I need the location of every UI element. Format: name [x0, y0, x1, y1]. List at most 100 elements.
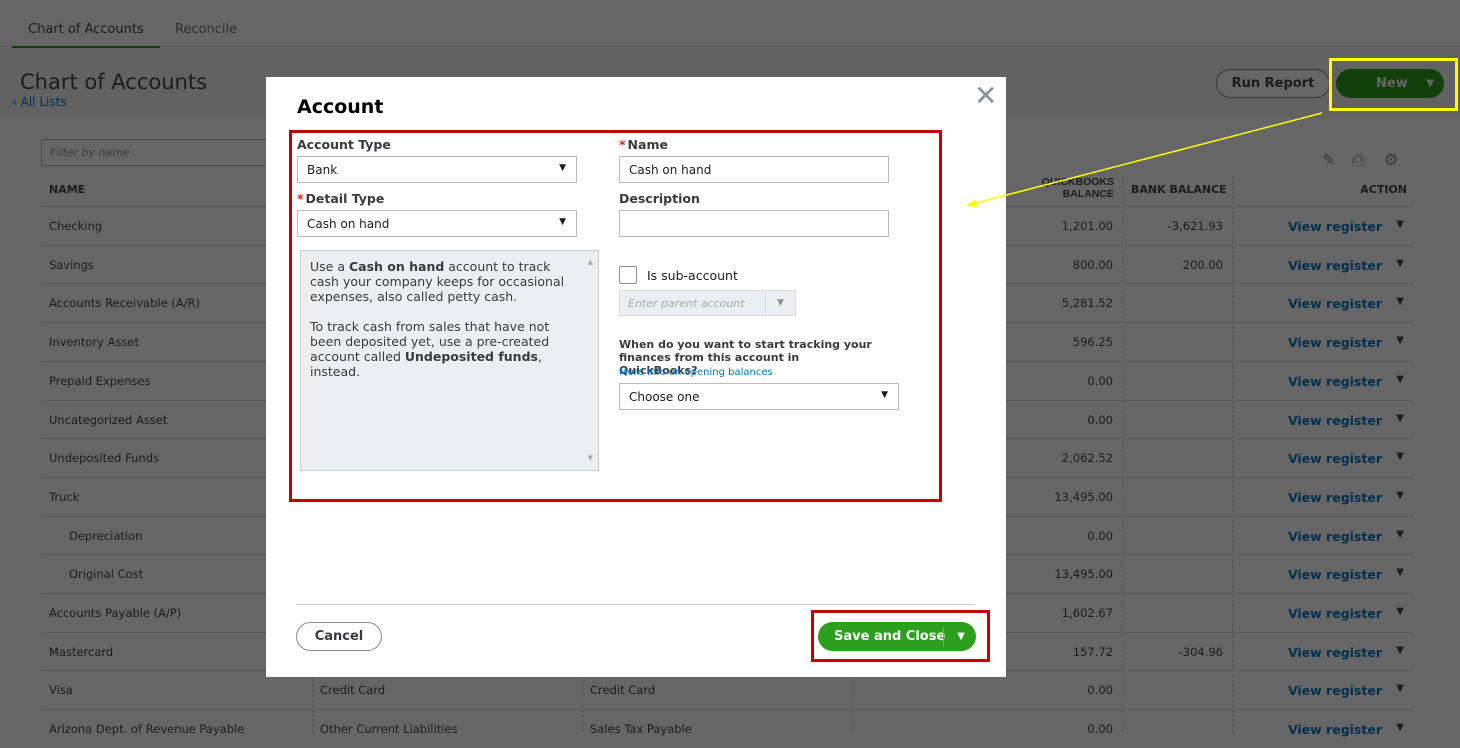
cancel-button[interactable]: Cancel: [296, 622, 382, 651]
column-header-name[interactable]: NAME: [49, 183, 85, 196]
filter-input[interactable]: Filter by name: [41, 139, 271, 166]
view-register-link[interactable]: View register: [1288, 219, 1382, 234]
caret-down-icon: ▼: [559, 217, 566, 227]
caret-down-icon[interactable]: ▼: [1396, 722, 1404, 733]
account-name: Prepaid Expenses: [49, 373, 151, 388]
account-name: Checking: [49, 219, 103, 233]
account-dialog: Account ✕ Account Type Bank ▼ * Detail Typ…: [266, 77, 1006, 677]
view-register-link[interactable]: View register: [1288, 451, 1382, 466]
view-register-link[interactable]: View register: [1288, 374, 1382, 389]
view-register-link[interactable]: View register: [1288, 722, 1382, 737]
dialog-title: Account: [297, 96, 384, 118]
column-header-qb-balance: QUICKBOOKS BALANCE: [1041, 176, 1114, 200]
quickbooks-balance: 1,201.00: [1061, 219, 1113, 233]
caret-down-icon[interactable]: ▼: [1396, 335, 1404, 346]
caret-down-icon[interactable]: ▼: [1396, 413, 1404, 424]
quickbooks-balance: 0.00: [1087, 528, 1113, 543]
view-register-link[interactable]: View register: [1288, 683, 1382, 698]
print-icon[interactable]: ⎙: [1352, 150, 1365, 170]
caret-down-icon[interactable]: ▼: [1396, 490, 1404, 501]
quickbooks-balance: 800.00: [1072, 257, 1113, 272]
caret-down-icon: ▼: [881, 390, 888, 400]
caret-down-icon[interactable]: ▼: [1396, 606, 1404, 617]
tab-bar: Chart of Accounts Reconcile: [0, 0, 1460, 49]
column-header-action: ACTION: [1360, 183, 1407, 196]
account-name: Undeposited Funds: [49, 451, 159, 466]
bank-balance: 200.00: [1182, 257, 1223, 272]
gear-icon[interactable]: ⚙: [1384, 150, 1398, 169]
name-input[interactable]: Cash on hand: [619, 156, 889, 183]
account-name: Accounts Payable (A/P): [49, 606, 182, 620]
caret-down-icon[interactable]: ▼: [1396, 296, 1404, 307]
view-register-link[interactable]: View register: [1288, 413, 1382, 428]
quickbooks-balance: 0.00: [1087, 722, 1113, 737]
detail-type-select[interactable]: Cash on hand ▼: [297, 210, 577, 237]
run-report-button[interactable]: Run Report: [1216, 69, 1330, 98]
caret-down-icon[interactable]: ▼: [957, 622, 965, 651]
view-register-link[interactable]: View register: [1288, 258, 1382, 273]
pencil-icon[interactable]: ✎: [1322, 150, 1335, 169]
all-lists-link[interactable]: ‹ All Lists: [12, 95, 67, 109]
bank-balance: -304.96: [1178, 644, 1223, 659]
caret-down-icon[interactable]: ▼: [1396, 451, 1404, 462]
sub-account-label: Is sub-account: [647, 268, 738, 283]
quickbooks-balance: 5,281.52: [1061, 296, 1113, 311]
caret-down-icon[interactable]: ▼: [1396, 258, 1404, 269]
quickbooks-balance: 0.00: [1087, 683, 1113, 698]
page-title: Chart of Accounts: [20, 70, 208, 94]
divider: [296, 604, 975, 605]
caret-down-icon[interactable]: ▼: [1396, 529, 1404, 540]
detail-type: Credit Card: [590, 683, 656, 698]
view-register-link[interactable]: View register: [1288, 335, 1382, 350]
view-register-link[interactable]: View register: [1288, 490, 1382, 505]
detail-type: Sales Tax Payable: [590, 722, 692, 737]
quickbooks-balance: 13,495.00: [1054, 567, 1113, 582]
account-name: Truck: [49, 489, 80, 504]
more-info-link[interactable]: More info on opening balances: [619, 367, 773, 378]
caret-down-icon[interactable]: ▼: [1396, 645, 1404, 656]
caret-down-icon[interactable]: ▼: [1396, 219, 1404, 230]
caret-down-icon[interactable]: ▼: [1396, 567, 1404, 578]
tab-chart-of-accounts[interactable]: Chart of Accounts: [12, 22, 160, 49]
description-label: Description: [619, 191, 700, 206]
view-register-link[interactable]: View register: [1288, 567, 1382, 582]
sub-account-checkbox[interactable]: [619, 266, 637, 284]
save-and-close-button[interactable]: Save and Close ▼: [818, 622, 976, 651]
quickbooks-balance: 1,602.67: [1061, 606, 1113, 620]
account-name: Mastercard: [49, 644, 114, 659]
parent-account-select[interactable]: Enter parent account ▼: [619, 290, 796, 316]
close-icon[interactable]: ✕: [974, 79, 997, 112]
scroll-down-icon[interactable]: ▼: [588, 451, 593, 466]
account-name: Visa: [49, 683, 73, 698]
caret-down-icon[interactable]: ▼: [1396, 683, 1404, 694]
quickbooks-balance: 0.00: [1087, 373, 1113, 388]
table-row: Arizona Dept. of Revenue Payable Other Cu…: [41, 709, 1414, 748]
caret-down-icon[interactable]: ▼: [1396, 374, 1404, 385]
scroll-up-icon[interactable]: ▲: [588, 255, 593, 270]
view-register-link[interactable]: View register: [1288, 645, 1382, 660]
tab-reconcile[interactable]: Reconcile: [175, 22, 237, 37]
quickbooks-balance: 13,495.00: [1054, 489, 1113, 504]
caret-down-icon: ▼: [765, 291, 795, 315]
account-name: Savings: [49, 257, 94, 272]
quickbooks-balance: 157.72: [1072, 644, 1113, 659]
caret-down-icon[interactable]: ▼: [1426, 69, 1434, 98]
tracking-start-select[interactable]: Choose one ▼: [619, 383, 899, 410]
caret-down-icon: ▼: [559, 163, 566, 173]
column-header-bank-balance: BANK BALANCE: [1131, 183, 1227, 196]
account-type: Other Current Liabilities: [320, 722, 458, 737]
account-name: Original Cost: [69, 567, 144, 582]
detail-type-description: Use a Cash on hand account to track cash…: [300, 250, 599, 471]
account-type-label: Account Type: [297, 137, 391, 152]
view-register-link[interactable]: View register: [1288, 606, 1382, 621]
chevron-left-icon: ‹: [12, 95, 21, 109]
description-input[interactable]: [619, 210, 889, 237]
view-register-link[interactable]: View register: [1288, 529, 1382, 544]
bank-balance: -3,621.93: [1167, 219, 1223, 233]
account-type-select[interactable]: Bank ▼: [297, 156, 577, 183]
new-button[interactable]: New ▼: [1336, 69, 1444, 98]
view-register-link[interactable]: View register: [1288, 296, 1382, 311]
quickbooks-balance: 596.25: [1072, 335, 1113, 350]
quickbooks-balance: 2,062.52: [1061, 451, 1113, 466]
detail-type-label: * Detail Type: [297, 191, 385, 206]
